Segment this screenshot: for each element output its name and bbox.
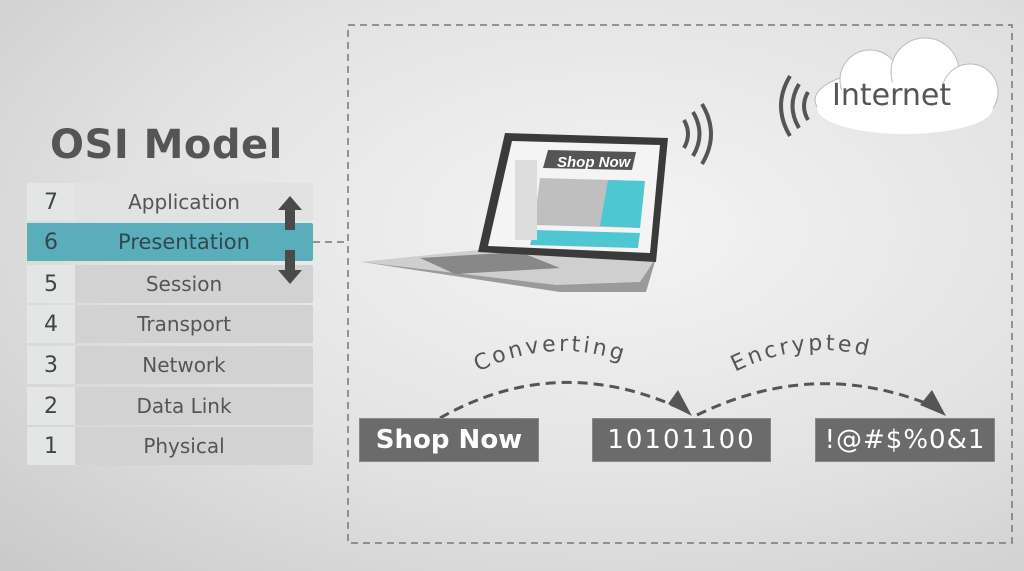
converting-label: Converting [470,332,630,377]
arrow-head-icon [668,390,692,416]
plaintext-box: Shop Now [359,418,539,462]
encrypted-label: Encrypted [727,331,874,377]
internet-label: Internet [832,78,952,113]
up-arrow-icon [278,196,302,230]
down-arrow-icon [278,250,302,284]
converting-arrow [439,380,689,420]
wifi-signal-icon [682,102,713,166]
wifi-signal-icon [779,74,810,138]
binary-box: 10101100 [592,418,771,462]
arrow-head-icon [920,390,946,416]
screen-banner-text: Shop Now [557,154,632,171]
encrypted-arrow [696,382,943,417]
encrypted-box: !@#$%0&1 [815,418,995,462]
